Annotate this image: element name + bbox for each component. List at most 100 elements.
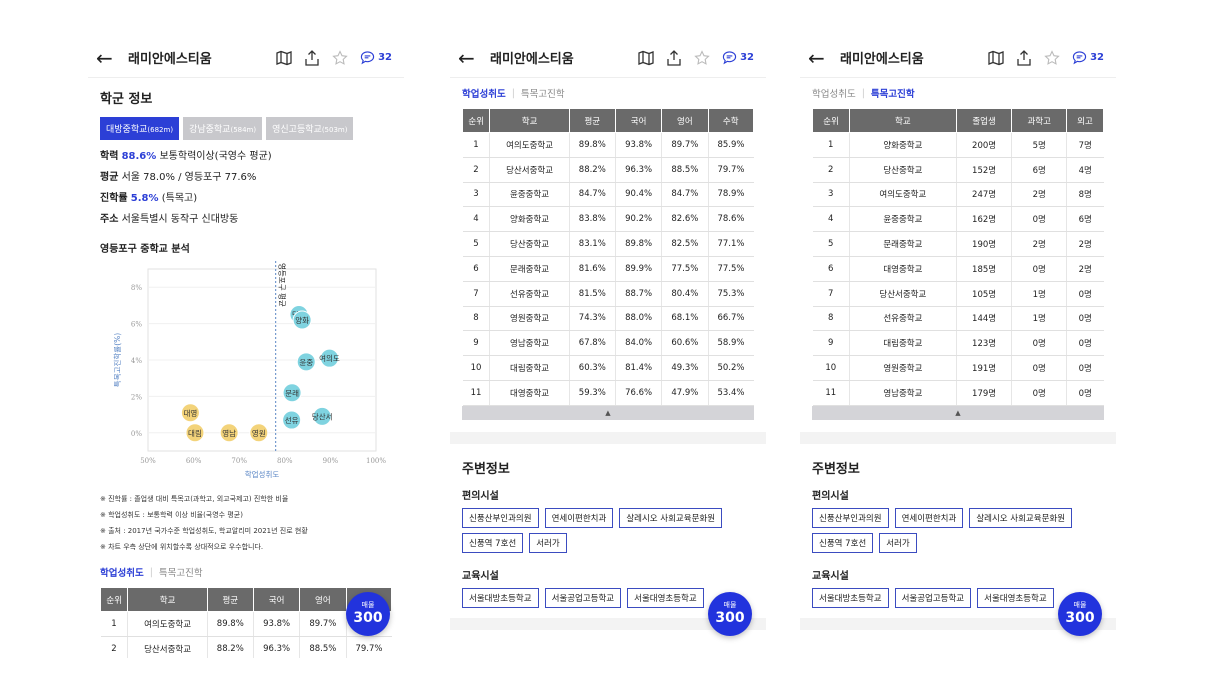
table-header-cell: 평균: [568, 108, 616, 133]
x-tick-label: 50%: [140, 457, 156, 465]
table-cell: 5명: [1011, 132, 1067, 158]
table-cell: 53.4%: [708, 379, 754, 406]
star-icon[interactable]: [332, 49, 348, 66]
comment-button[interactable]: 32: [360, 50, 392, 65]
map-icon[interactable]: [638, 50, 654, 66]
table-cell: 당산중학교: [489, 231, 570, 257]
table-cell: 3: [462, 181, 491, 208]
table-cell: 89.9%: [615, 255, 663, 282]
education-title: 교육시설: [812, 570, 849, 582]
tab-special[interactable]: 특목고진학: [159, 565, 203, 579]
share-icon[interactable]: [304, 49, 320, 66]
convenience-tags: 신풍산부인과의원 연세이편한치과 살레시오 사회교육문화원 신풍역 7호선 서러…: [450, 507, 766, 553]
info-line-average: 평균 서울 78.0% / 영등포구 77.6%: [100, 172, 257, 183]
convenience-title: 편의시설: [462, 490, 499, 502]
tab-special[interactable]: 특목고진학: [871, 86, 915, 100]
table-cell: 2명: [1011, 181, 1067, 208]
table-row: 10 영원중학교 191명 0명 0명: [812, 355, 1104, 381]
info-line-score: 학력 88.6% 보통학력이상(국영수 평균): [100, 151, 272, 162]
table-row: 3 윤중중학교 84.7% 90.4% 84.7% 78.9%: [462, 181, 754, 208]
tab-achievement[interactable]: 학업성취도: [812, 86, 856, 100]
table-row: 2 당산서중학교 88.2% 96.3% 88.5% 79.7%: [462, 156, 754, 183]
table-row: 7 당산서중학교 105명 1명 0명: [812, 280, 1104, 307]
table-cell: 6: [812, 255, 851, 282]
table-cell: 88.5%: [299, 635, 347, 658]
table-cell: 5: [812, 231, 851, 257]
comment-button[interactable]: 32: [1072, 50, 1104, 65]
table-cell: 4: [462, 206, 491, 233]
facility-tag[interactable]: 연세이편한치과: [544, 507, 614, 528]
table-header-cell: 순위: [461, 108, 491, 133]
special-school-table: 순위 학교 졸업생 과학고 외고 1 양화중학교 200명 5명 7명 2 당산중학교 152명 6명 4…: [811, 108, 1105, 406]
table-cell: 89.8%: [207, 611, 254, 637]
table-cell: 3: [812, 181, 851, 208]
comment-button[interactable]: 32: [722, 50, 754, 65]
facility-tag[interactable]: 서울대방초등학교: [812, 587, 889, 608]
school-chip[interactable]: 대방중학교(682m): [100, 117, 180, 140]
tab-achievement[interactable]: 학업성취도: [462, 86, 506, 100]
table-cell: 90.2%: [615, 206, 663, 233]
table-cell: 8: [812, 305, 851, 332]
table-cell: 9: [462, 330, 491, 357]
app-title: 래미안에스티움: [128, 52, 212, 67]
comment-count: 32: [740, 52, 754, 63]
table-cell: 영남중학교: [849, 379, 957, 406]
back-arrow-icon[interactable]: ←: [808, 46, 832, 70]
collapse-button[interactable]: ▲: [462, 405, 754, 420]
facility-tag[interactable]: 신풍산부인과의원: [812, 507, 889, 528]
table-row: 5 당산중학교 83.1% 89.8% 82.5% 77.1%: [462, 231, 754, 257]
facility-tag[interactable]: 살레시오 사회교육문화원: [969, 507, 1073, 528]
star-icon[interactable]: [694, 49, 710, 66]
note-line: ※ 학업성취도 : 보통학력 이상 비율(국영수 평균): [100, 511, 243, 519]
facility-tag[interactable]: 신풍산부인과의원: [462, 507, 539, 528]
table-cell: 82.6%: [661, 206, 709, 233]
table-cell: 81.5%: [569, 280, 616, 307]
table-cell: 88.2%: [569, 156, 616, 183]
facility-tag[interactable]: 서울공업고등학교: [894, 587, 972, 608]
share-icon[interactable]: [666, 49, 682, 66]
table-cell: 당산중학교: [849, 156, 957, 183]
facility-tag[interactable]: 살레시오 사회교육문화원: [619, 507, 723, 528]
back-arrow-icon[interactable]: ←: [96, 46, 120, 70]
table-row: 5 문래중학교 190명 2명 2명: [812, 231, 1104, 257]
table-cell: 당산서중학교: [489, 156, 570, 183]
facility-tag[interactable]: 서울공업고등학교: [544, 587, 622, 608]
table-cell: 105명: [956, 280, 1013, 307]
table-cell: 84.7%: [569, 181, 616, 208]
facility-tag[interactable]: 신풍역 7호선: [812, 532, 874, 553]
table-row: 6 문래중학교 81.6% 89.9% 77.5% 77.5%: [462, 255, 754, 282]
facility-tag[interactable]: 서러가: [529, 532, 567, 553]
x-tick-label: 60%: [186, 457, 202, 465]
tab-achievement[interactable]: 학업성취도: [100, 565, 144, 579]
facility-tag[interactable]: 연세이편한치과: [894, 507, 964, 528]
table-cell: 83.1%: [569, 231, 616, 257]
facility-tag[interactable]: 서러가: [879, 532, 917, 553]
table-cell: 77.1%: [708, 231, 754, 257]
share-icon[interactable]: [1016, 49, 1032, 66]
tab-special[interactable]: 특목고진학: [521, 86, 565, 100]
table-cell: 88.2%: [207, 635, 254, 658]
collapse-button[interactable]: ▲: [812, 405, 1104, 420]
top-bar: ← 래미안에스티움 32: [450, 38, 766, 78]
table-header-cell: 수학: [707, 108, 754, 133]
table-row: 1여의도중학교89.8%93.8%89.7%85.9%: [462, 132, 754, 158]
table-cell: 0명: [1011, 355, 1067, 381]
school-chip[interactable]: 강남중학교(584m): [183, 117, 263, 140]
listing-badge[interactable]: 매물 300: [1058, 592, 1102, 636]
facility-tag[interactable]: 서울대방초등학교: [462, 587, 539, 608]
table-cell: 47.9%: [661, 379, 709, 406]
table-cell: 11: [812, 379, 851, 406]
facility-tag[interactable]: 서울대영초등학교: [627, 587, 704, 608]
listing-badge[interactable]: 매물 300: [708, 592, 752, 636]
facility-tag[interactable]: 신풍역 7호선: [462, 532, 524, 553]
table-cell: 81.6%: [569, 255, 616, 282]
back-arrow-icon[interactable]: ←: [458, 46, 482, 70]
map-icon[interactable]: [276, 50, 292, 66]
star-icon[interactable]: [1044, 49, 1060, 66]
map-icon[interactable]: [988, 50, 1004, 66]
note-line: ※ 진학률 : 졸업생 대비 특목고(과학고, 외고국제고) 진학한 비율: [100, 495, 289, 503]
school-chip[interactable]: 영신고등학교(503m): [266, 117, 354, 140]
facility-tag[interactable]: 서울대영초등학교: [977, 587, 1054, 608]
listing-badge[interactable]: 매물 300: [346, 592, 390, 636]
table-cell: 2: [100, 635, 129, 658]
